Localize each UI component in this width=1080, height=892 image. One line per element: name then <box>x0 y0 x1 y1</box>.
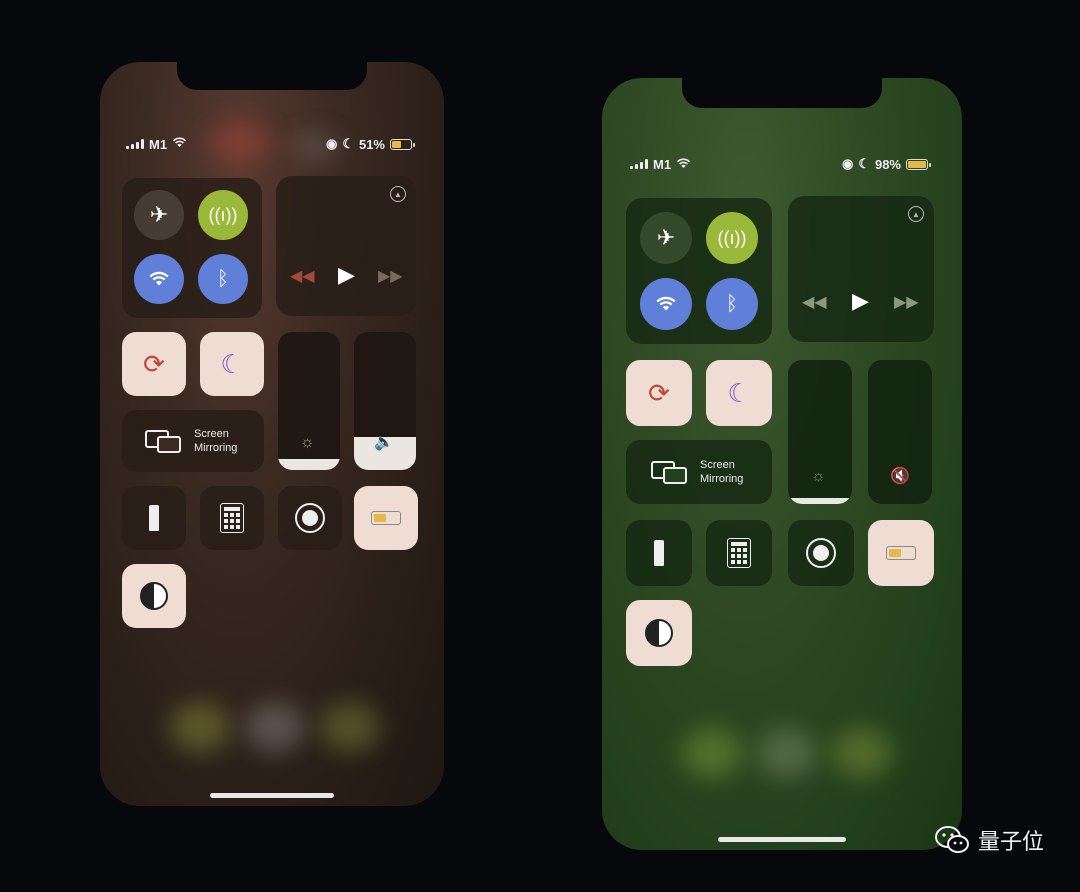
screen-mirroring-label: Screen Mirroring <box>194 428 238 454</box>
fast-forward-icon[interactable]: ▶▶ <box>378 266 403 286</box>
wifi-icon <box>656 296 676 311</box>
wifi-button[interactable] <box>640 278 692 330</box>
dark-mode-button[interactable] <box>626 600 692 666</box>
screen-record-icon <box>806 538 836 568</box>
battery-icon <box>886 546 916 560</box>
calculator-icon <box>727 538 751 568</box>
speaker-icon: 🔈 <box>374 434 394 451</box>
right-phone-screen: M1 ◉ ☾ 98% ✈ ((ı)) ᛒ ▲ ◀◀ ▶ ▶▶ ⟳ ☾ Scree… <box>602 78 962 850</box>
bluetooth-button[interactable]: ᛒ <box>706 278 758 330</box>
dark-mode-icon <box>140 582 168 610</box>
moon-status-icon: ☾ <box>858 156 870 171</box>
rotation-lock-status-icon: ◉ <box>325 136 338 151</box>
calculator-icon <box>220 503 244 533</box>
screen-mirroring-label: Screen Mirroring <box>700 459 744 485</box>
watermark-text: 量子位 <box>977 829 1044 854</box>
music-module: ▲ ◀◀ ▶ ▶▶ <box>276 176 416 316</box>
bluetooth-icon: ᛒ <box>726 292 738 315</box>
play-icon[interactable]: ▶ <box>852 288 869 314</box>
wifi-status-icon <box>172 137 187 151</box>
music-module: ▲ ◀◀ ▶ ▶▶ <box>788 196 934 342</box>
low-power-mode-button[interactable] <box>868 520 934 586</box>
wifi-status-icon <box>676 157 691 172</box>
flashlight-icon <box>149 505 159 531</box>
carrier-label: M1 <box>149 136 168 152</box>
flashlight-button[interactable] <box>122 486 186 550</box>
screen-record-icon <box>295 503 325 533</box>
status-bar: M1 ◉ ☾ 51% <box>100 136 444 152</box>
rotation-lock-button[interactable]: ⟳ <box>626 360 692 426</box>
screen-mirroring-button[interactable]: Screen Mirroring <box>626 440 772 504</box>
flashlight-icon <box>654 540 664 566</box>
rotation-lock-button[interactable]: ⟳ <box>122 332 186 396</box>
volume-slider[interactable]: 🔇 <box>868 360 932 504</box>
screen-record-button[interactable] <box>788 520 854 586</box>
watermark: 量子位 <box>934 824 1044 856</box>
screen-mirroring-icon <box>651 461 687 484</box>
screen-mirroring-button[interactable]: Screen Mirroring <box>122 410 264 472</box>
calculator-button[interactable] <box>200 486 264 550</box>
dark-mode-icon <box>645 619 673 647</box>
carrier-label: M1 <box>653 156 672 172</box>
volume-slider[interactable]: 🔈 <box>354 332 416 470</box>
airplane-icon: ✈ <box>149 202 169 227</box>
notch <box>177 62 367 90</box>
screen-record-button[interactable] <box>278 486 342 550</box>
airplane-icon: ✈ <box>656 225 676 250</box>
flashlight-button[interactable] <box>626 520 692 586</box>
rewind-icon[interactable]: ◀◀ <box>290 266 315 286</box>
cellular-icon: ((ı)) <box>208 204 238 225</box>
left-phone-screen: M1 ◉ ☾ 51% ✈ ((ı)) ᛒ ▲ ◀◀ ▶ ▶▶ ⟳ ☾ Scree… <box>100 62 444 806</box>
status-bar: M1 ◉ ☾ 98% <box>602 156 962 172</box>
airplay-icon[interactable]: ▲ <box>908 206 924 222</box>
connectivity-module: ✈ ((ı)) ᛒ <box>626 198 772 344</box>
battery-status-icon <box>390 138 415 150</box>
rotation-lock-icon: ⟳ <box>143 348 165 379</box>
airplane-mode-button[interactable]: ✈ <box>134 190 184 240</box>
sun-icon: ☼ <box>300 434 315 451</box>
battery-percent: 51% <box>358 136 385 152</box>
connectivity-module: ✈ ((ı)) ᛒ <box>122 178 262 318</box>
signal-icon <box>630 159 648 169</box>
speaker-muted-icon: 🔇 <box>890 468 910 485</box>
brightness-slider[interactable]: ☼ <box>278 332 340 470</box>
low-power-mode-button[interactable] <box>354 486 418 550</box>
airplane-mode-button[interactable]: ✈ <box>640 212 692 264</box>
calculator-button[interactable] <box>706 520 772 586</box>
fast-forward-icon[interactable]: ▶▶ <box>894 292 919 312</box>
play-icon[interactable]: ▶ <box>338 262 355 288</box>
battery-percent: 98% <box>874 156 901 172</box>
cellular-data-button[interactable]: ((ı)) <box>706 212 758 264</box>
brightness-slider[interactable]: ☼ <box>788 360 852 504</box>
do-not-disturb-button[interactable]: ☾ <box>706 360 772 426</box>
cellular-icon: ((ı)) <box>717 227 747 248</box>
cellular-data-button[interactable]: ((ı)) <box>198 190 248 240</box>
moon-icon: ☾ <box>727 377 751 408</box>
screen-mirroring-icon <box>145 430 181 453</box>
bluetooth-button[interactable]: ᛒ <box>198 254 248 304</box>
wifi-icon <box>149 271 169 286</box>
dark-mode-button[interactable] <box>122 564 186 628</box>
rewind-icon[interactable]: ◀◀ <box>802 292 827 312</box>
bluetooth-icon: ᛒ <box>217 267 229 290</box>
moon-icon: ☾ <box>220 348 244 379</box>
battery-icon <box>371 511 401 525</box>
rotation-lock-status-icon: ◉ <box>841 156 854 171</box>
sun-icon: ☼ <box>811 468 826 485</box>
wifi-button[interactable] <box>134 254 184 304</box>
battery-status-icon <box>906 158 931 170</box>
signal-icon <box>126 139 144 149</box>
rotation-lock-icon: ⟳ <box>648 377 670 408</box>
moon-status-icon: ☾ <box>342 136 354 151</box>
airplay-icon[interactable]: ▲ <box>390 186 406 202</box>
do-not-disturb-button[interactable]: ☾ <box>200 332 264 396</box>
notch <box>682 78 882 108</box>
home-indicator[interactable] <box>718 837 846 842</box>
home-indicator[interactable] <box>210 793 334 798</box>
wechat-icon <box>934 826 969 853</box>
